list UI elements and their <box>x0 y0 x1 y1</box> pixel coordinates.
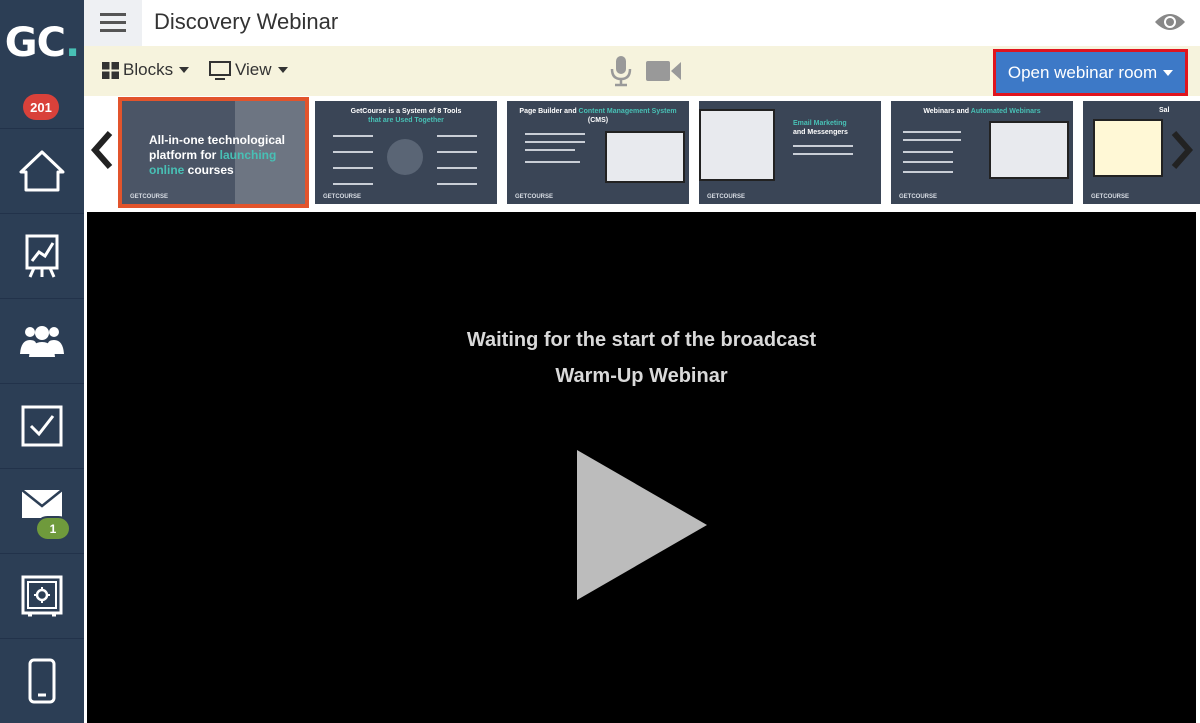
eye-icon[interactable] <box>1154 10 1186 34</box>
slide-title-accent: online <box>149 163 185 177</box>
view-label: View <box>235 60 272 79</box>
chevron-right-icon[interactable] <box>1170 130 1194 170</box>
page-title: Discovery Webinar <box>154 9 339 34</box>
slide-thumbnail[interactable]: GetCourse is a System of 8 Tools that are… <box>315 101 497 204</box>
sidebar-item-messages[interactable]: 1 <box>0 468 84 553</box>
slide-title: and Messengers <box>793 129 848 136</box>
chart-icon <box>25 234 59 278</box>
header: Discovery Webinar <box>84 0 1200 46</box>
webinar-name-text: Warm-Up Webinar <box>555 365 728 387</box>
phone-icon <box>28 658 56 704</box>
slide-logo: GETCOURSE <box>130 194 169 200</box>
logo[interactable]: GC. <box>0 0 84 86</box>
play-icon[interactable] <box>577 450 707 600</box>
menu-button[interactable] <box>84 0 142 46</box>
microphone-icon[interactable] <box>610 55 632 87</box>
checkbox-icon <box>21 405 63 447</box>
slide-logo: GETCOURSE <box>899 194 938 200</box>
slides-strip: All-in-one technological platform for la… <box>84 96 1200 212</box>
sidebar-item-mobile[interactable] <box>0 638 84 723</box>
slide-thumbnail[interactable]: Webinars and Automated Webinars GETCOURS… <box>891 101 1073 204</box>
home-icon <box>19 150 65 192</box>
slide-logo: GETCOURSE <box>515 194 554 200</box>
slide-title-accent: launching <box>219 148 277 162</box>
open-webinar-room-button[interactable]: Open webinar room <box>996 52 1185 93</box>
slide-logo: GETCOURSE <box>1091 194 1130 200</box>
open-webinar-room-label: Open webinar room <box>1007 62 1158 82</box>
slide-title-accent: Email Marketing <box>793 120 847 127</box>
envelope-icon <box>21 489 63 518</box>
video-player[interactable]: Waiting for the start of the broadcast W… <box>87 212 1196 723</box>
monitor-icon <box>209 60 231 80</box>
chevron-left-icon[interactable] <box>90 130 114 170</box>
slide-title-accent: that are Used Together <box>368 117 444 124</box>
video-camera-icon[interactable] <box>646 59 682 83</box>
slide-title-accent: Content Management System <box>578 108 677 115</box>
logo-text: GC <box>4 20 66 66</box>
sidebar-item-safe[interactable] <box>0 553 84 638</box>
slide-thumbnail[interactable]: All-in-one technological platform for la… <box>118 97 309 208</box>
slide-thumbnail[interactable]: Page Builder and Content Management Syst… <box>507 101 689 204</box>
sidebar-item-analytics[interactable] <box>0 213 84 298</box>
chevron-down-icon <box>1163 69 1174 76</box>
view-dropdown[interactable]: View <box>209 60 288 80</box>
blocks-dropdown[interactable]: Blocks <box>102 60 190 80</box>
slide-title: GetCourse is a System of 8 Tools <box>350 108 462 115</box>
broadcast-status-text: Waiting for the start of the broadcast <box>466 329 817 351</box>
sidebar-item-home[interactable] <box>0 128 84 213</box>
blocks-label: Blocks <box>123 60 174 79</box>
hamburger-icon <box>100 13 126 32</box>
slide-title-accent: Automated Webinars <box>970 108 1041 115</box>
slide-title: Sal <box>1159 107 1170 114</box>
safe-icon <box>21 575 63 617</box>
open-webinar-room-highlight: Open webinar room <box>993 49 1188 96</box>
users-icon <box>20 326 64 357</box>
sidebar: GC. 201 1 <box>0 0 84 723</box>
slide-title: Page Builder and <box>519 108 579 115</box>
sidebar-item-tasks[interactable] <box>0 383 84 468</box>
slide-title: Webinars and <box>923 108 971 115</box>
slide-logo: GETCOURSE <box>323 194 362 200</box>
messages-count-badge: 1 <box>35 516 71 541</box>
chevron-down-icon <box>179 67 190 73</box>
slide-thumbnail[interactable]: Email Marketing and Messengers GETCOURSE <box>699 101 881 204</box>
slide-title: courses <box>184 163 234 177</box>
toolbar: Blocks View Open webinar room <box>84 46 1200 96</box>
logo-dot: . <box>64 20 80 66</box>
slide-logo: GETCOURSE <box>707 194 746 200</box>
sidebar-item-users[interactable] <box>0 298 84 383</box>
grid-icon <box>102 61 119 79</box>
notification-count-badge[interactable]: 201 <box>23 94 59 120</box>
chevron-down-icon <box>277 67 288 73</box>
slide-title: (CMS) <box>587 117 609 124</box>
